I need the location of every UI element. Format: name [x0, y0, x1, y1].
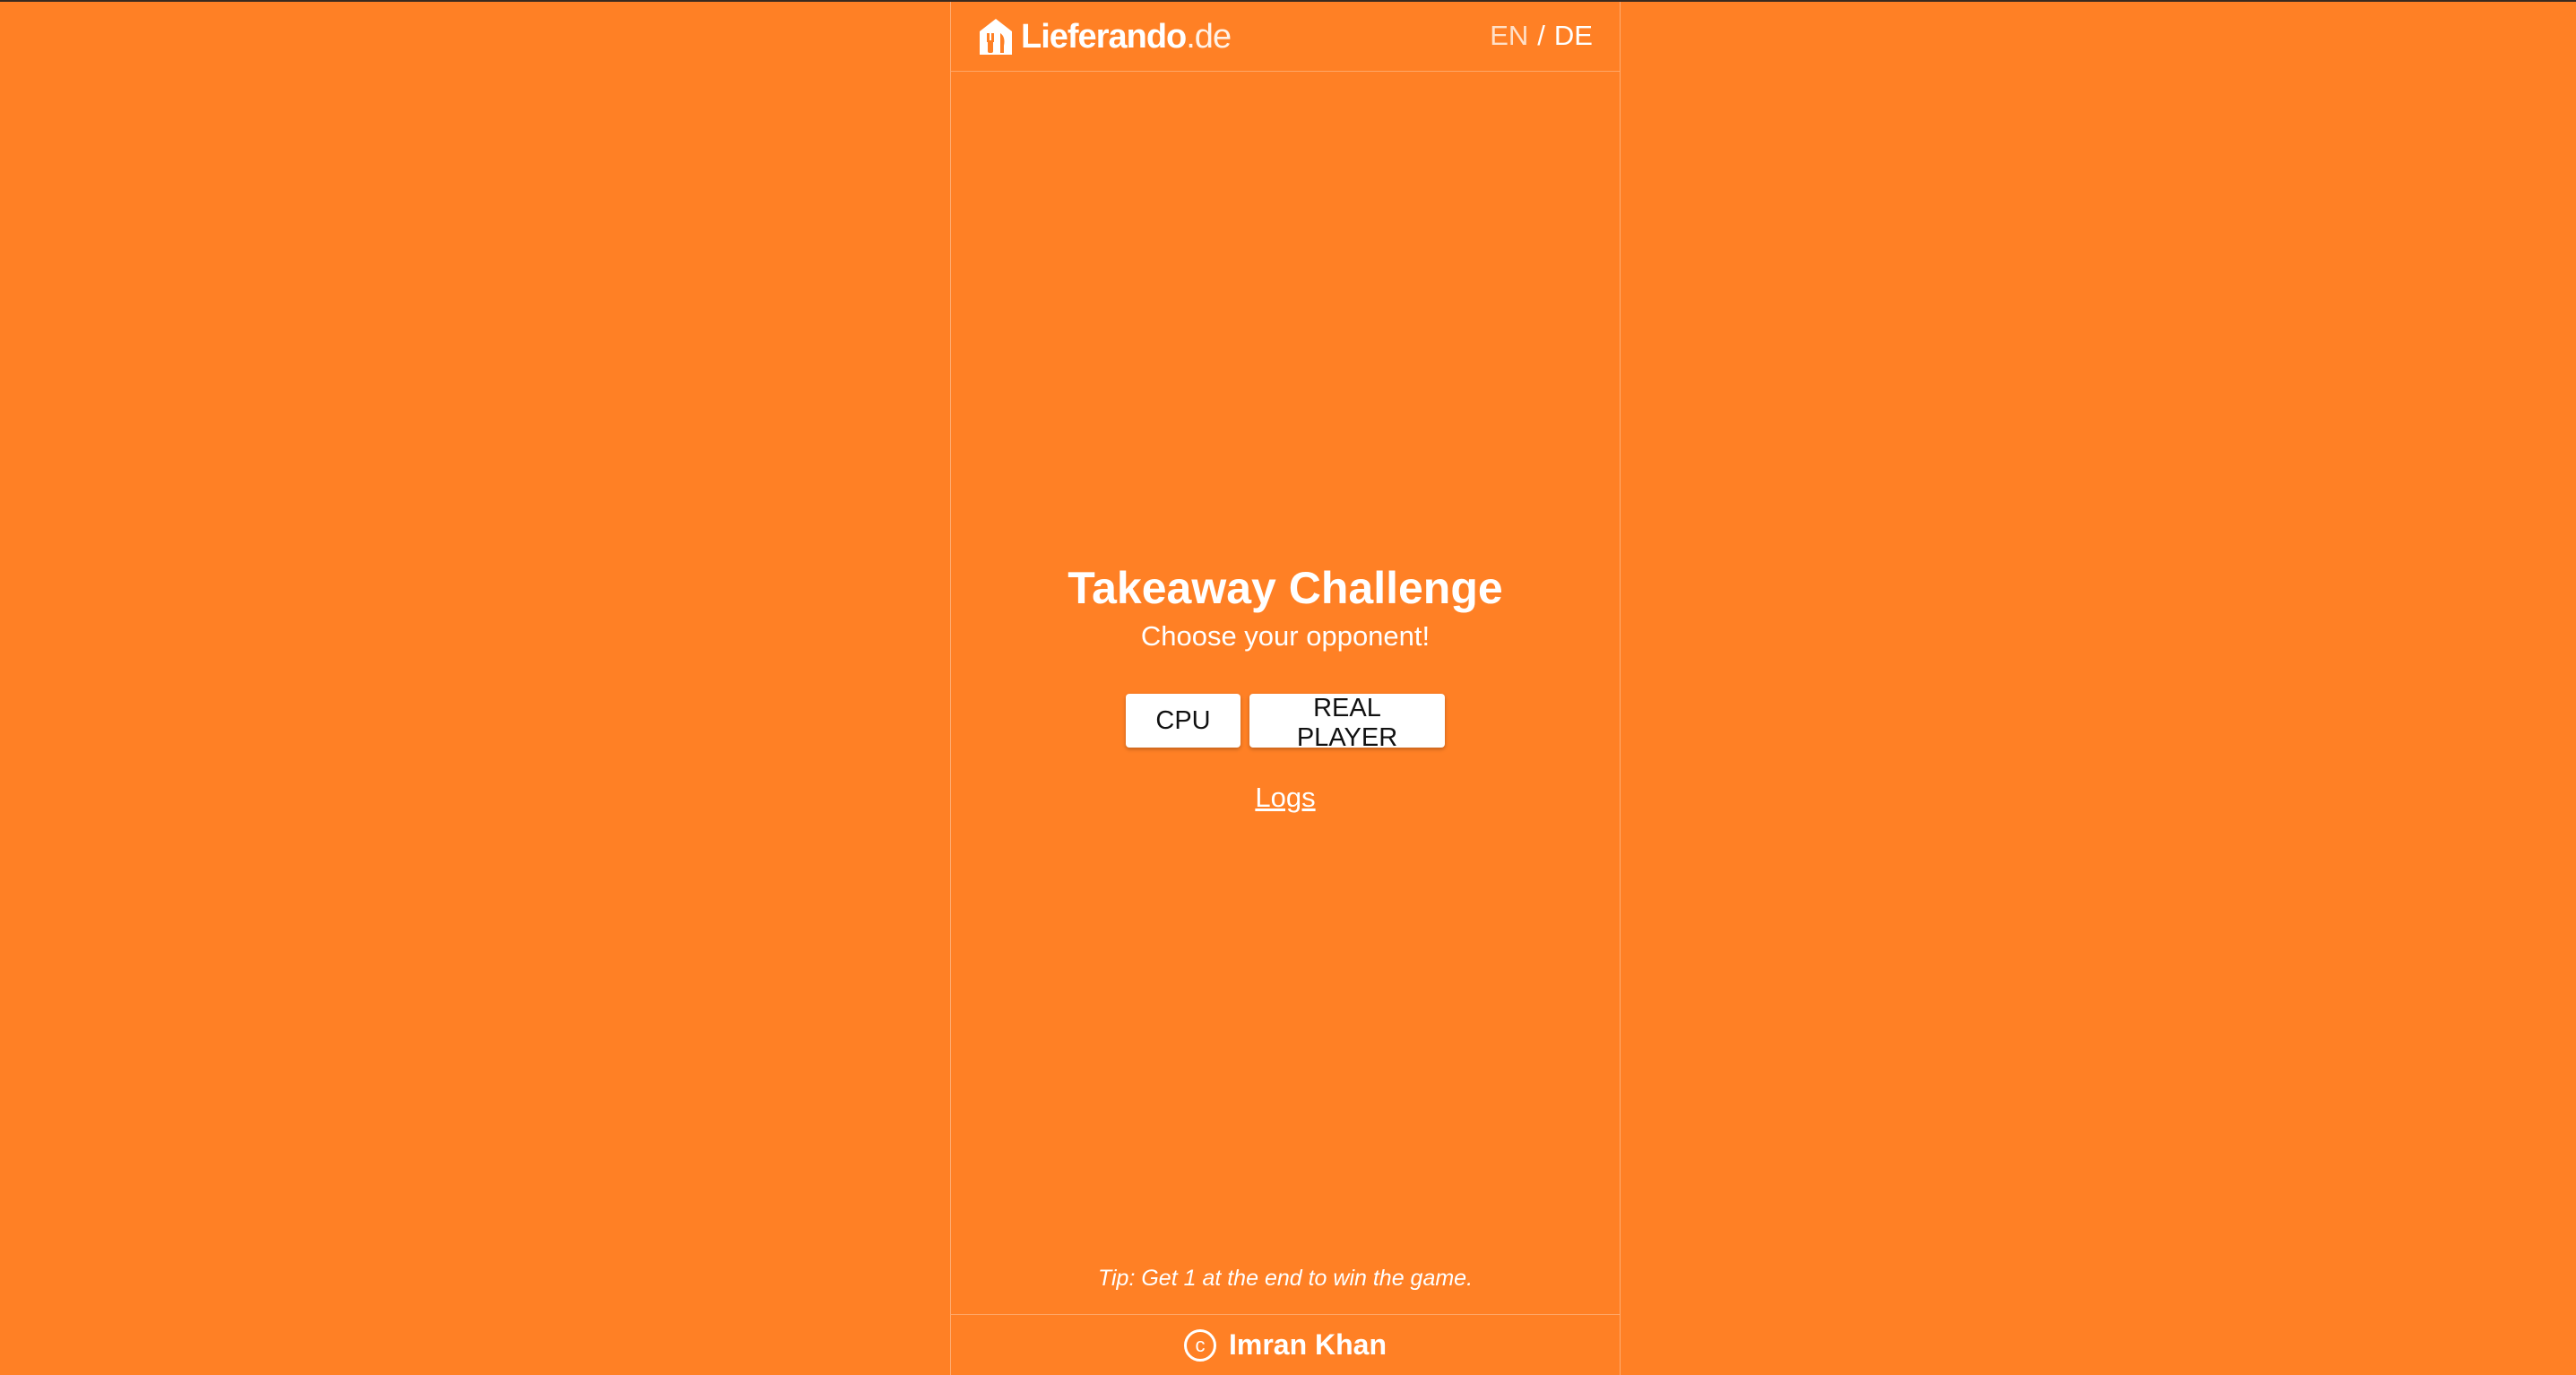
- lang-de-link[interactable]: DE: [1554, 20, 1593, 52]
- logs-link[interactable]: Logs: [1255, 782, 1315, 814]
- page-title: Takeaway Challenge: [1068, 563, 1503, 613]
- lang-en-link[interactable]: EN: [1490, 20, 1528, 52]
- page-subtitle: Choose your opponent!: [1140, 620, 1431, 652]
- language-switcher: EN / DE: [1490, 20, 1593, 52]
- main-content: Takeaway Challenge Choose your opponent!…: [951, 558, 1620, 814]
- author-name: Imran Khan: [1228, 1328, 1387, 1361]
- brand-logo[interactable]: Lieferando.de: [978, 16, 1232, 57]
- opponent-buttons: CPU REAL PLAYER: [951, 694, 1620, 752]
- house-fork-knife-icon: [978, 17, 1014, 56]
- cpu-button[interactable]: CPU: [1126, 694, 1240, 748]
- real-player-button[interactable]: REAL PLAYER: [1249, 694, 1445, 752]
- header: Lieferando.de EN / DE: [951, 2, 1620, 72]
- footer: c Imran Khan: [951, 1314, 1620, 1375]
- tip-text: Tip: Get 1 at the end to win the game.: [1097, 1266, 1474, 1291]
- brand-name: Lieferando.de: [1021, 17, 1232, 56]
- copyright-icon: c: [1183, 1328, 1216, 1362]
- lang-separator: /: [1537, 20, 1545, 51]
- app-frame: Lieferando.de EN / DE Takeaway Challenge…: [950, 2, 1621, 1375]
